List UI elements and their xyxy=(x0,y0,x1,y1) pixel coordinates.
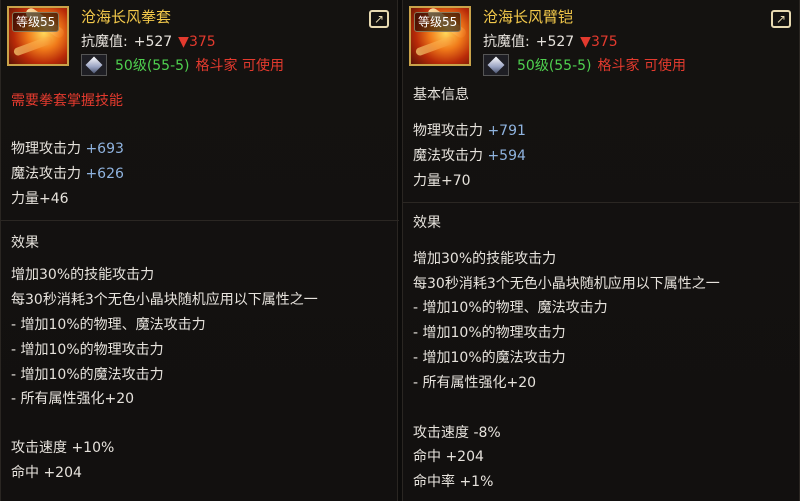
item-name: 沧海长风拳套 xyxy=(81,8,172,26)
level-badge: 等级55 xyxy=(12,12,60,32)
required-class: 格斗家 可使用 xyxy=(195,58,284,74)
item-icon[interactable]: 等级55 xyxy=(409,6,471,66)
item-name: 沧海长风臂铠 xyxy=(483,8,574,26)
stat-strength: 力量+46 xyxy=(11,191,69,207)
effect-line: 增加30%的技能攻击力 xyxy=(413,251,557,267)
requirement-row: 50级(55-5) 格斗家 可使用 xyxy=(81,54,284,78)
effect-line: - 增加10%的魔法攻击力 xyxy=(11,367,164,383)
required-class: 格斗家 可使用 xyxy=(597,58,686,74)
required-level: 50级(55-5) xyxy=(517,58,592,74)
effect-header: 效果 xyxy=(11,235,39,251)
share-icon[interactable]: ↗ xyxy=(771,10,791,28)
resist-row: 抗魔值: +527 ▼375 xyxy=(483,31,618,51)
divider xyxy=(1,220,399,221)
diamond-gem-icon xyxy=(81,54,107,76)
stat-attack-speed: 攻击速度 +10% xyxy=(11,440,115,456)
stat-magic-attack: 魔法攻击力 +626 xyxy=(11,166,124,182)
stat-hit: 命中 +204 xyxy=(11,465,82,481)
item-tooltip-right: 等级55 沧海长风臂铠 ↗ 抗魔值: +527 ▼375 50级(55-5) 格斗家 … xyxy=(402,0,800,501)
divider xyxy=(403,202,800,203)
effect-line: - 增加10%的物理、魔法攻击力 xyxy=(11,317,206,333)
resist-value: +527 xyxy=(535,34,575,50)
stat-attack-speed: 攻击速度 -8% xyxy=(413,425,501,441)
stat-physical-attack: 物理攻击力 +791 xyxy=(413,123,526,139)
stat-hit: 命中 +204 xyxy=(413,449,484,465)
effect-line: - 所有属性强化+20 xyxy=(11,391,135,407)
stat-strength: 力量+70 xyxy=(413,173,471,189)
effect-line: 每30秒消耗3个无色小晶块随机应用以下属性之一 xyxy=(11,292,318,308)
effect-line: - 增加10%的魔法攻击力 xyxy=(413,350,566,366)
requirement-row: 50级(55-5) 格斗家 可使用 xyxy=(483,54,686,78)
effect-line: - 所有属性强化+20 xyxy=(413,375,537,391)
level-badge: 等级55 xyxy=(414,12,462,32)
effect-line: 每30秒消耗3个无色小晶块随机应用以下属性之一 xyxy=(413,276,720,292)
resist-value: +527 xyxy=(133,34,173,50)
resist-label: 抗魔值: xyxy=(483,34,530,50)
resist-label: 抗魔值: xyxy=(81,34,128,50)
skill-requirement-note: 需要拳套掌握技能 xyxy=(11,93,123,109)
resist-down: ▼375 xyxy=(178,34,216,50)
resist-row: 抗魔值: +527 ▼375 xyxy=(81,31,216,51)
effect-header: 效果 xyxy=(413,215,441,231)
resist-down: ▼375 xyxy=(580,34,618,50)
required-level: 50级(55-5) xyxy=(115,58,190,74)
effect-line: - 增加10%的物理攻击力 xyxy=(11,342,164,358)
stat-hit-rate: 命中率 +1% xyxy=(413,474,494,490)
item-tooltip-left: 等级55 沧海长风拳套 ↗ 抗魔值: +527 ▼375 50级(55-5) 格斗家 … xyxy=(0,0,399,501)
effect-line: 增加30%的技能攻击力 xyxy=(11,267,155,283)
effect-line: - 增加10%的物理攻击力 xyxy=(413,325,566,341)
stat-magic-attack: 魔法攻击力 +594 xyxy=(413,148,526,164)
item-icon[interactable]: 等级55 xyxy=(7,6,69,66)
stat-physical-attack: 物理攻击力 +693 xyxy=(11,141,124,157)
diamond-gem-icon xyxy=(483,54,509,76)
share-icon[interactable]: ↗ xyxy=(369,10,389,28)
effect-line: - 增加10%的物理、魔法攻击力 xyxy=(413,300,608,316)
basic-info-header: 基本信息 xyxy=(413,87,469,103)
